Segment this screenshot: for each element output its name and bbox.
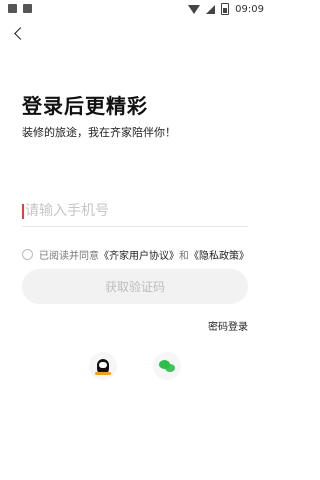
page-title: 登录后更精彩 bbox=[22, 94, 148, 118]
battery-icon bbox=[221, 3, 230, 15]
agreement-checkbox[interactable] bbox=[22, 249, 33, 260]
back-icon[interactable] bbox=[12, 26, 28, 42]
wechat-icon bbox=[159, 360, 175, 372]
wifi-icon bbox=[188, 4, 201, 14]
agreement-row: 已阅读并同意 《齐家用户协议》 和 《隐私政策》 bbox=[22, 247, 249, 262]
status-bar: 09:09 bbox=[0, 0, 270, 18]
phone-field bbox=[22, 198, 248, 227]
agreement-and: 和 bbox=[179, 251, 189, 262]
wechat-login-button[interactable] bbox=[153, 352, 181, 380]
image-icon bbox=[23, 4, 32, 13]
status-time: 09:09 bbox=[235, 3, 264, 15]
user-agreement-link[interactable]: 《齐家用户协议》 bbox=[99, 247, 179, 262]
status-right: 09:09 bbox=[188, 3, 264, 15]
agreement-prefix: 已阅读并同意 bbox=[39, 251, 99, 262]
notification-icon bbox=[8, 4, 17, 13]
page-subtitle: 装修的旅途，我在齐家陪伴你！ bbox=[22, 126, 176, 139]
qq-login-button[interactable] bbox=[89, 352, 117, 380]
status-left bbox=[8, 4, 32, 13]
phone-input[interactable] bbox=[25, 200, 245, 222]
privacy-policy-link[interactable]: 《隐私政策》 bbox=[189, 247, 249, 262]
text-caret bbox=[22, 204, 24, 219]
get-code-button[interactable]: 获取验证码 bbox=[22, 269, 248, 304]
password-login-link[interactable]: 密码登录 bbox=[208, 318, 248, 333]
signal-icon bbox=[206, 4, 216, 14]
qq-icon bbox=[95, 358, 111, 375]
